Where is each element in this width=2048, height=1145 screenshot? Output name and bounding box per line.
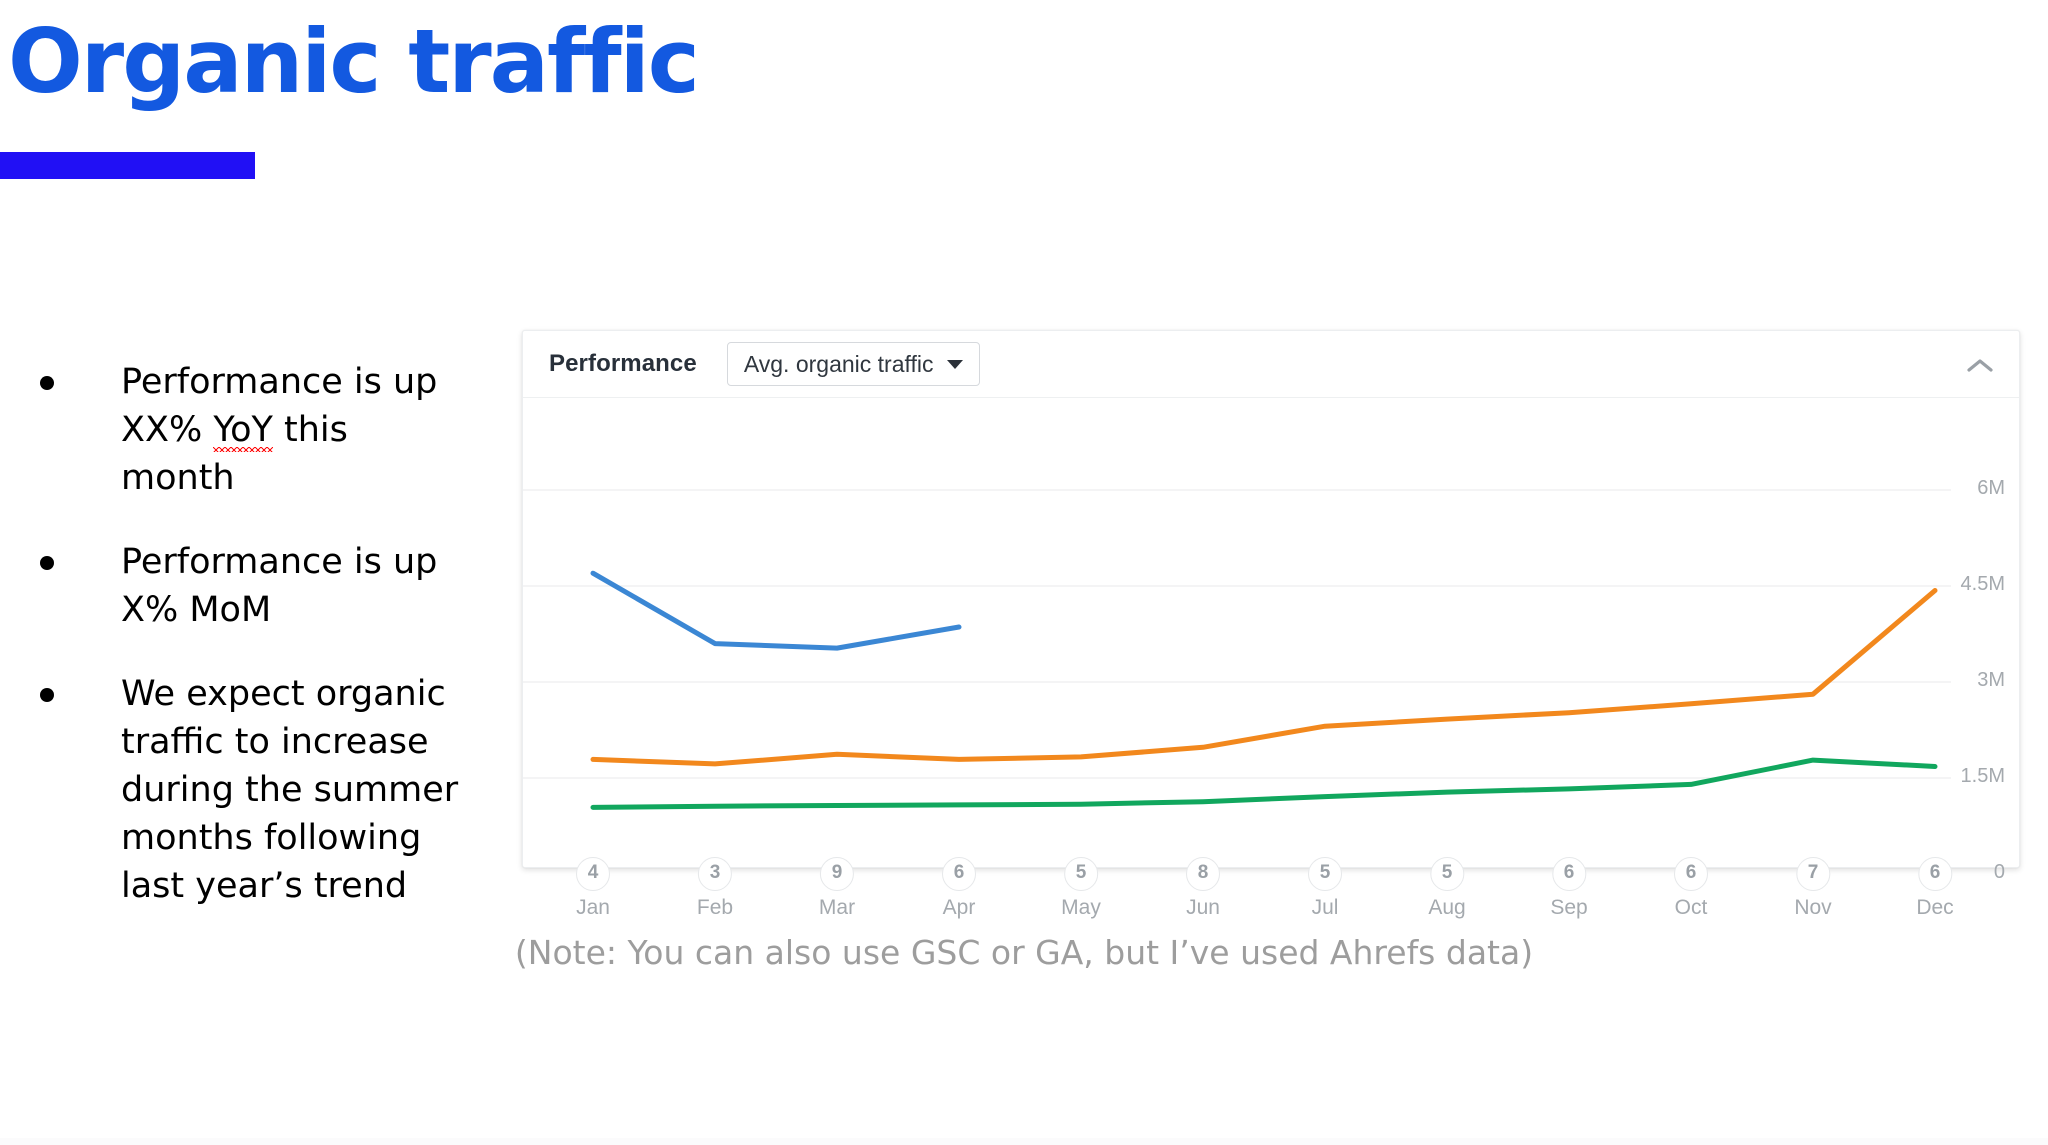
metric-select-dropdown[interactable]: Avg. organic traffic <box>726 342 981 386</box>
x-axis-labels: 4 Jan 3 Feb 9 Mar 6 Apr 5 May 8 Jun 5 Jul 5 Aug 6 Sep 6 Oct… <box>523 397 2019 919</box>
x-axis-badge: 6 <box>1917 857 1952 891</box>
x-axis-badge: 5 <box>1430 857 1464 891</box>
bullet-line-1: Performance is up <box>121 542 438 582</box>
bullet-line-1: Performance is up <box>121 362 438 402</box>
bullet-text: Performance is up X% MoM <box>121 538 466 634</box>
x-axis-month-label: Nov <box>1794 896 1832 919</box>
list-item: Performance is up X% MoM <box>40 538 490 634</box>
x-axis-tick: 6 Oct <box>1674 857 1708 920</box>
x-axis-month-label: May <box>1061 896 1101 919</box>
slide-bottom-edge <box>0 1138 2048 1145</box>
chart-card-title: Performance <box>549 350 697 377</box>
bullet-dot-icon <box>40 556 54 570</box>
caret-down-icon <box>947 359 964 369</box>
page-title: Organic traffic <box>8 10 700 113</box>
bullet-line-2: X% MoM <box>121 590 272 630</box>
bullet-line-2-pre: XX% <box>121 410 214 450</box>
x-axis-tick: 4 Jan <box>576 857 610 920</box>
x-axis-tick: 6 Sep <box>1550 857 1588 920</box>
x-axis-tick: 9 Mar <box>819 857 855 920</box>
x-axis-month-label: Jun <box>1186 896 1220 919</box>
bullet-list: Performance is up XX% YoY this month Per… <box>40 358 490 946</box>
x-axis-month-label: Oct <box>1674 896 1708 919</box>
metric-select-value: Avg. organic traffic <box>743 350 934 377</box>
chevron-up-icon <box>1967 359 1993 372</box>
x-axis-badge: 5 <box>1064 857 1098 891</box>
performance-chart-card: Performance Avg. organic traffic 0 1.5M 3M… <box>522 330 2020 919</box>
x-axis-month-label: Dec <box>1916 896 1954 919</box>
x-axis-badge: 5 <box>1308 857 1342 891</box>
x-axis-tick: 6 Dec <box>1916 857 1954 920</box>
x-axis-badge: 3 <box>698 857 732 891</box>
list-item: We expect organic traffic to increase du… <box>40 670 490 910</box>
bullet-dot-icon <box>40 688 54 702</box>
chart-card-header: Performance Avg. organic traffic <box>523 331 2019 397</box>
x-axis-tick: 7 Nov <box>1794 857 1832 920</box>
misspelled-word: YoY <box>213 406 273 454</box>
x-axis-tick: 3 Feb <box>697 857 733 920</box>
x-axis-badge: 6 <box>942 857 976 891</box>
bullet-text: Performance is up XX% YoY this month <box>121 358 466 502</box>
x-axis-tick: 5 May <box>1061 857 1101 920</box>
footnote: (Note: You can also use GSC or GA, but I… <box>514 933 1534 972</box>
bullet-dot-icon <box>40 376 54 390</box>
x-axis-month-label: Jan <box>576 896 610 919</box>
collapse-panel-button[interactable] <box>1963 349 1997 383</box>
x-axis-tick: 6 Apr <box>942 857 976 920</box>
x-axis-tick: 8 Jun <box>1186 857 1220 920</box>
title-underline-rule <box>0 152 255 179</box>
bullet-body: traffic to increase during the summer mo… <box>121 722 459 906</box>
x-axis-month-label: Apr <box>942 896 976 919</box>
x-axis-badge: 6 <box>1674 857 1708 891</box>
x-axis-badge: 4 <box>576 857 610 891</box>
x-axis-month-label: Feb <box>696 896 734 919</box>
x-axis-month-label: Aug <box>1428 896 1466 919</box>
x-axis-tick: 5 Jul <box>1308 857 1342 920</box>
x-axis-badge: 9 <box>819 857 854 891</box>
bullet-line-1: We expect organic <box>121 674 446 714</box>
x-axis-badge: 8 <box>1186 857 1220 891</box>
list-item: Performance is up XX% YoY this month <box>40 358 490 502</box>
bullet-text: We expect organic traffic to increase du… <box>121 670 466 910</box>
x-axis-month-label: Sep <box>1550 896 1588 919</box>
x-axis-badge: 6 <box>1552 857 1586 891</box>
x-axis-tick: 5 Aug <box>1428 857 1466 920</box>
x-axis-month-label: Mar <box>818 896 856 919</box>
x-axis-badge: 7 <box>1795 857 1830 891</box>
x-axis-month-label: Jul <box>1311 896 1339 919</box>
